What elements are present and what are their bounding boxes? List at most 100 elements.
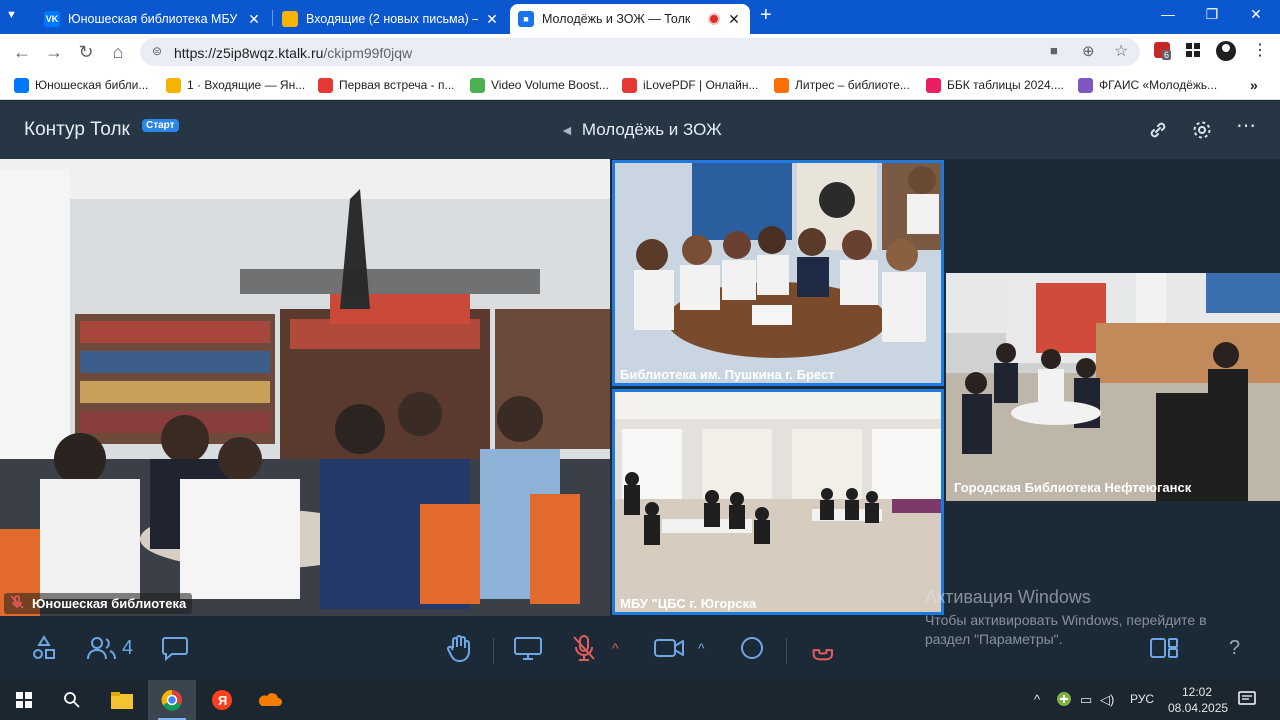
yandex-browser-icon[interactable]: Я <box>198 680 246 720</box>
microphone-muted-button[interactable] <box>571 634 597 662</box>
brand-badge: Старт <box>142 119 179 132</box>
chrome-taskbar-icon[interactable] <box>148 680 196 720</box>
url-path: /ckipm99f0jqw <box>323 45 413 61</box>
extension-icon[interactable]: 6 <box>1154 42 1172 60</box>
bookmark-item[interactable]: Юношеская библи... <box>14 76 148 94</box>
svg-text:Я: Я <box>218 693 227 708</box>
minimize-icon[interactable]: — <box>1148 6 1188 22</box>
reload-icon[interactable]: ↻ <box>74 40 98 64</box>
cloud-app-icon[interactable] <box>246 680 294 720</box>
site-info-icon[interactable]: ⊜ <box>152 44 162 58</box>
zoom-icon[interactable]: ⊕ <box>1082 42 1095 60</box>
volume-icon <box>470 77 485 93</box>
tile-caption: МБУ "ЦБС г. Югорска <box>620 596 757 611</box>
close-tab-icon[interactable]: ✕ <box>246 11 262 28</box>
file-explorer-icon[interactable] <box>98 680 146 720</box>
hang-up-icon[interactable] <box>806 634 834 662</box>
bookmark-item[interactable]: Первая встреча - п... <box>318 76 455 94</box>
room-title-text: Молодёжь и ЗОЖ <box>581 120 722 139</box>
windows-activation-text: Чтобы активировать Windows, перейдите в … <box>925 612 1207 647</box>
recording-icon <box>708 13 720 25</box>
video-tile-youth-library[interactable]: Юношеская библиотека <box>0 159 610 616</box>
mic-muted-icon <box>10 595 24 612</box>
browser-menu-icon[interactable]: ⋮ <box>1252 40 1268 60</box>
bookmark-item[interactable]: ФГАИС «Молодёжь... <box>1078 76 1217 94</box>
video-tile-brest-library[interactable]: Библиотека им. Пушкина г. Брест <box>612 160 944 386</box>
volume-icon[interactable]: ◁) <box>1100 692 1114 708</box>
screen-share-icon[interactable] <box>513 634 543 662</box>
bookmark-star-icon[interactable]: ☆ <box>1114 41 1128 61</box>
meeting-icon <box>318 77 333 93</box>
notifications-icon[interactable] <box>1238 690 1256 711</box>
mic-options-chevron-icon[interactable]: ^ <box>612 634 619 662</box>
app-header: Контур Толк Старт ◄ Молодёжь и ЗОЖ ⋯ <box>0 101 1280 159</box>
bookmark-item[interactable]: Video Volume Boost... <box>470 76 609 94</box>
settings-gear-icon[interactable] <box>1191 119 1213 141</box>
close-tab-icon[interactable]: ✕ <box>726 11 742 28</box>
camera-options-chevron-icon[interactable]: ^ <box>698 634 705 662</box>
room-title: ◄ Молодёжь и ЗОЖ <box>560 120 722 140</box>
network-icon[interactable]: ▭ <box>1080 692 1092 708</box>
camera-in-use-icon[interactable]: ■ <box>1050 43 1058 58</box>
bookmark-item[interactable]: 1 · Входящие — Ян... <box>166 76 305 94</box>
video-camera-icon <box>654 639 684 657</box>
tray-app-icon[interactable] <box>1056 691 1072 710</box>
windows-activation-title: Активация Windows <box>925 587 1091 607</box>
mail-icon <box>282 11 298 27</box>
video-tile-nefteyugansk-library[interactable]: Городская Библиотека Нефтеюганск <box>946 273 1280 501</box>
bookmark-item[interactable]: iLovePDF | Онлайн... <box>622 76 758 94</box>
video-tile-yugorsk-cbs[interactable]: МБУ "ЦБС г. Югорска <box>612 389 944 615</box>
video-feed-yugorsk-room <box>612 389 944 615</box>
participants-icon <box>87 637 116 660</box>
back-icon[interactable]: ← <box>10 40 34 64</box>
language-indicator[interactable]: РУС <box>1130 692 1154 706</box>
windows-start-icon[interactable] <box>0 680 48 720</box>
tab-search-icon[interactable]: ▼ <box>6 9 17 21</box>
heart-icon <box>622 77 637 93</box>
bookmark-item[interactable]: ББК таблицы 2024.... <box>926 76 1064 94</box>
clock[interactable]: 12:02 08.04.2025 <box>1168 684 1228 716</box>
url-text: https://z5ip8wqz.ktalk.ru/ckipm99f0jqw <box>174 45 412 61</box>
extensions-puzzle-icon[interactable] <box>1186 43 1200 57</box>
brand-logo: Контур Толк <box>24 119 130 140</box>
link-icon[interactable] <box>1147 119 1169 141</box>
camera-button[interactable] <box>653 634 685 662</box>
more-options-icon[interactable]: ⋯ <box>1235 116 1257 141</box>
divider <box>786 638 787 664</box>
url-domain: https://z5ip8wqz.ktalk.ru <box>174 45 324 61</box>
table-icon <box>926 77 941 93</box>
browser-toolbar: ← → ↻ ⌂ ⊜ https://z5ip8wqz.ktalk.ru/ckip… <box>0 34 1280 70</box>
shapes-icon[interactable] <box>31 634 57 662</box>
record-icon[interactable] <box>739 634 765 662</box>
tab-divider <box>272 10 273 26</box>
mail-icon <box>166 77 181 93</box>
bookmarks-overflow-button[interactable]: » <box>1250 76 1258 94</box>
tab-ktalk[interactable]: ■ Молодёжь и ЗОЖ — Толк ✕ <box>510 4 750 34</box>
divider <box>493 638 494 664</box>
home-icon[interactable]: ⌂ <box>106 40 130 64</box>
restore-icon[interactable]: ❐ <box>1192 6 1232 23</box>
bookmark-item[interactable]: Литрес – библиоте... <box>774 76 910 94</box>
camera-icon: ■ <box>518 11 534 27</box>
raise-hand-icon[interactable] <box>446 634 472 662</box>
address-bar[interactable]: ⊜ https://z5ip8wqz.ktalk.ru/ckipm99f0jqw… <box>140 38 1140 66</box>
participants-button[interactable]: 4 <box>86 634 133 662</box>
chat-icon[interactable] <box>161 634 189 662</box>
tile-caption: Библиотека им. Пушкина г. Брест <box>620 367 835 382</box>
participants-count: 4 <box>122 636 134 659</box>
video-feed-library-room <box>0 159 610 616</box>
tray-overflow-icon[interactable]: ^ <box>1034 692 1040 707</box>
litres-icon <box>774 77 789 93</box>
clock-time: 12:02 <box>1181 685 1213 699</box>
close-tab-icon[interactable]: ✕ <box>484 11 500 28</box>
fgais-icon <box>1078 77 1093 93</box>
new-tab-button[interactable]: + <box>760 4 772 27</box>
search-icon[interactable] <box>48 680 96 720</box>
tab-yandex-mail[interactable]: Входящие (2 новых письма) — Яндекс Почта… <box>274 4 508 34</box>
extension-badge: 6 <box>1162 50 1172 60</box>
close-window-icon[interactable]: ✕ <box>1236 6 1276 23</box>
tab-youth-library[interactable]: VK Юношеская библиотека МБУ "ЦБС г. Югор… <box>36 4 270 34</box>
tile-caption: Городская Библиотека Нефтеюганск <box>954 480 1192 495</box>
profile-avatar-icon[interactable] <box>1216 41 1236 61</box>
forward-icon[interactable]: → <box>42 40 66 64</box>
